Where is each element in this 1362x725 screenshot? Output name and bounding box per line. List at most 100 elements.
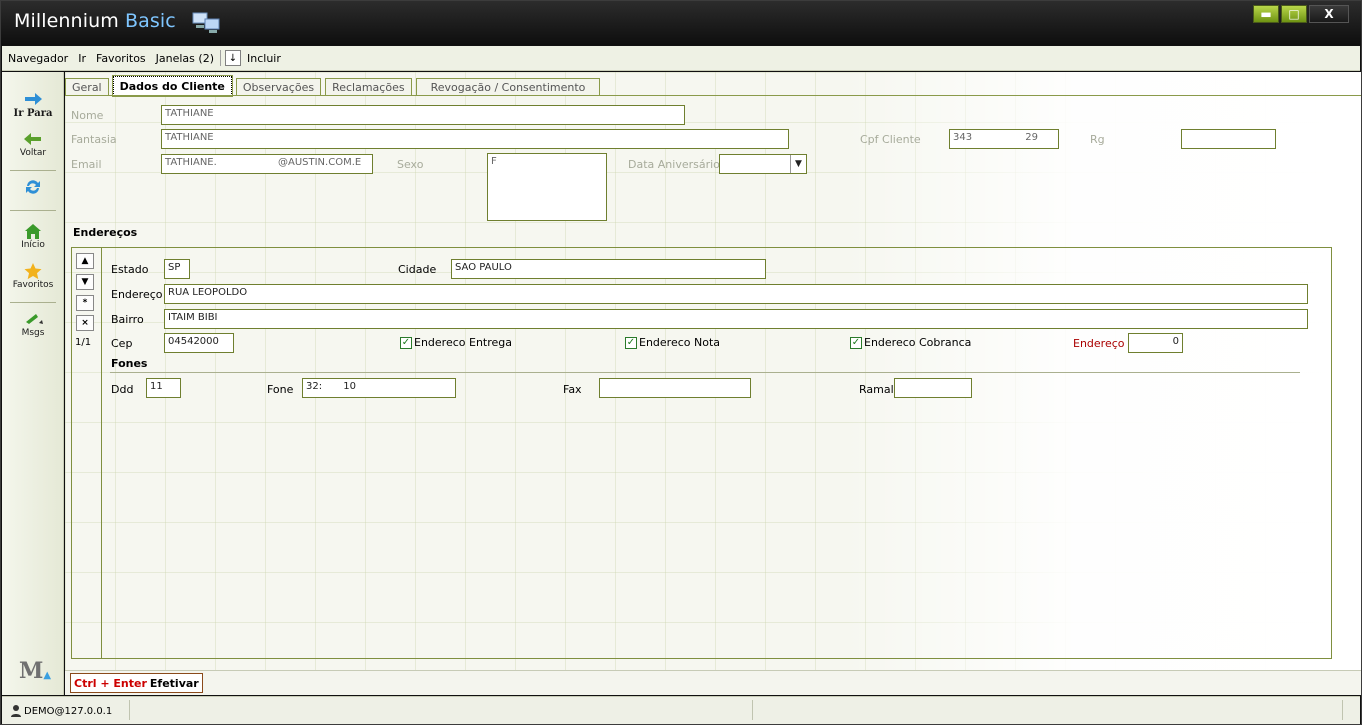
star-icon <box>24 263 42 280</box>
ramal-field[interactable] <box>894 378 972 398</box>
tab-bar: Geral Dados do Cliente Observações Recla… <box>65 75 604 97</box>
sidebar-item-label: Início <box>21 240 45 250</box>
cpf-part-b: 29 <box>1025 132 1039 143</box>
ddd-label: Ddd <box>111 383 134 396</box>
status-divider <box>752 700 753 720</box>
maximize-button[interactable]: □ <box>1281 5 1307 23</box>
endereco-nota-label: Endereco Nota <box>639 336 721 349</box>
app-title-name: Millennium <box>14 10 119 32</box>
app-window: Millennium Basic ▬ □ X Navegador Ir Favo… <box>0 0 1362 725</box>
email-field[interactable]: TATHIANE. @AUSTIN.COM.E <box>161 154 373 174</box>
rg-field[interactable] <box>1181 129 1276 149</box>
messages-icon <box>26 314 43 324</box>
cidade-field[interactable]: SAO PAULO <box>451 259 766 279</box>
sexo-list[interactable]: F <box>487 153 607 221</box>
app-title-edition: Basic <box>124 10 176 32</box>
refresh-icon <box>26 180 40 194</box>
cep-field[interactable]: 04542000 <box>164 333 234 353</box>
menu-incluir[interactable]: Incluir <box>247 52 281 65</box>
menu-janelas[interactable]: Janelas (2) <box>156 52 214 65</box>
ddd-field[interactable]: 11 <box>146 378 181 398</box>
sexo-label: Sexo <box>397 158 424 171</box>
efetivar-label: Efetivar <box>149 676 199 690</box>
status-user: DEMO@127.0.0.1 <box>10 704 112 718</box>
record-down-button[interactable]: ▼ <box>76 274 94 290</box>
record-navigator: ▲ ▼ * × 1/1 <box>72 248 102 658</box>
minimize-button[interactable]: ▬ <box>1253 5 1279 23</box>
cpf-label: Cpf Cliente <box>860 133 921 146</box>
down-arrow-icon[interactable]: ↓ <box>225 50 241 66</box>
tab-revogacao-consentimento[interactable]: Revogação / Consentimento <box>415 78 601 96</box>
main-content: Geral Dados do Cliente Observações Recla… <box>65 72 1361 695</box>
data-aniversario-label: Data Aniversário <box>628 158 720 171</box>
endereco-entrega-checkbox[interactable]: ✓ Endereco Entrega <box>400 336 512 349</box>
arrow-left-icon <box>24 133 41 145</box>
email-label: Email <box>71 158 102 171</box>
app-title: Millennium Basic <box>14 10 176 32</box>
checkmark-icon: ✓ <box>850 336 862 349</box>
email-domain: @AUSTIN.COM.E <box>277 157 362 168</box>
endereco-cobranca-checkbox[interactable]: ✓ Endereco Cobranca <box>850 336 971 349</box>
endereco-num-field[interactable]: 0 <box>1128 333 1183 353</box>
fax-field[interactable] <box>599 378 751 398</box>
cep-label: Cep <box>111 337 133 350</box>
fone-label: Fone <box>267 383 294 396</box>
bairro-field[interactable]: ITAIM BIBI <box>164 309 1308 329</box>
menu-ir[interactable]: Ir <box>78 52 86 65</box>
sidebar-divider <box>10 302 56 303</box>
status-bar: DEMO@127.0.0.1 <box>2 696 1360 724</box>
endereco-field[interactable]: RUA LEOPOLDO <box>164 284 1308 304</box>
efetivar-button[interactable]: Ctrl + Enter Efetivar <box>70 673 203 693</box>
fantasia-label: Fantasia <box>71 133 117 146</box>
fone-field[interactable]: 32: 10 <box>302 378 456 398</box>
fones-title: Fones <box>111 357 148 370</box>
status-divider <box>1342 700 1343 720</box>
close-button[interactable]: X <box>1309 5 1349 23</box>
title-bar: Millennium Basic ▬ □ X <box>1 1 1361 45</box>
tab-observacoes[interactable]: Observações <box>235 78 322 96</box>
cpf-field[interactable]: 343 29 <box>949 129 1059 149</box>
enderecos-title: Endereços <box>73 226 138 239</box>
endereco-label: Endereço <box>111 288 163 301</box>
status-user-text: DEMO@127.0.0.1 <box>24 705 113 717</box>
record-delete-button[interactable]: × <box>76 315 94 331</box>
endereco-num-label: Endereço <box>1073 337 1125 350</box>
fones-divider <box>110 372 1300 373</box>
menu-separator <box>220 50 221 66</box>
cidade-label: Cidade <box>398 263 437 276</box>
sidebar-item-label: Favoritos <box>12 280 54 290</box>
sidebar-item-msgs[interactable]: Msgs <box>2 310 64 338</box>
sidebar-item-favoritos[interactable]: Favoritos <box>2 262 64 290</box>
bairro-label: Bairro <box>111 313 144 326</box>
action-bar: Ctrl + Enter Efetivar <box>65 670 1361 695</box>
tab-geral[interactable]: Geral <box>65 78 109 96</box>
sidebar-item-label: Voltar <box>19 148 47 158</box>
sidebar-item-label: Ir Para <box>13 108 53 119</box>
fantasia-field[interactable]: TATHIANE <box>161 129 789 149</box>
estado-field[interactable]: SP <box>164 259 190 279</box>
sidebar-item-ir-para[interactable]: Ir Para <box>2 90 64 119</box>
email-user: TATHIANE. <box>165 157 217 168</box>
menu-navegador[interactable]: Navegador <box>8 52 68 65</box>
chevron-down-icon[interactable]: ▼ <box>790 155 806 173</box>
checkmark-icon: ✓ <box>400 336 412 349</box>
sidebar-item-inicio[interactable]: Início <box>2 222 64 250</box>
tab-reclamacoes[interactable]: Reclamações <box>325 78 412 96</box>
endereco-nota-checkbox[interactable]: ✓ Endereco Nota <box>625 336 720 349</box>
ramal-label: Ramal <box>859 383 894 396</box>
sidebar-item-voltar[interactable]: Voltar <box>2 130 64 158</box>
data-aniversario-dropdown[interactable]: ▼ <box>719 154 807 174</box>
sidebar: Ir Para Voltar Início Favoritos Msgs M▲ <box>2 72 64 695</box>
cpf-part-a: 343 <box>953 132 973 143</box>
sidebar-item-refresh[interactable] <box>2 178 64 196</box>
efetivar-shortcut: Ctrl + Enter <box>74 676 147 690</box>
fone-part-b: 10 <box>343 381 357 392</box>
record-new-button[interactable]: * <box>76 295 94 311</box>
fone-part-a: 32: <box>306 381 323 392</box>
nome-field[interactable]: TATHIANE <box>161 105 685 125</box>
endereco-cobranca-label: Endereco Cobranca <box>864 336 972 349</box>
sidebar-divider <box>10 170 56 171</box>
record-up-button[interactable]: ▲ <box>76 253 94 269</box>
tab-dados-do-cliente[interactable]: Dados do Cliente <box>111 75 233 97</box>
menu-favoritos[interactable]: Favoritos <box>96 52 146 65</box>
